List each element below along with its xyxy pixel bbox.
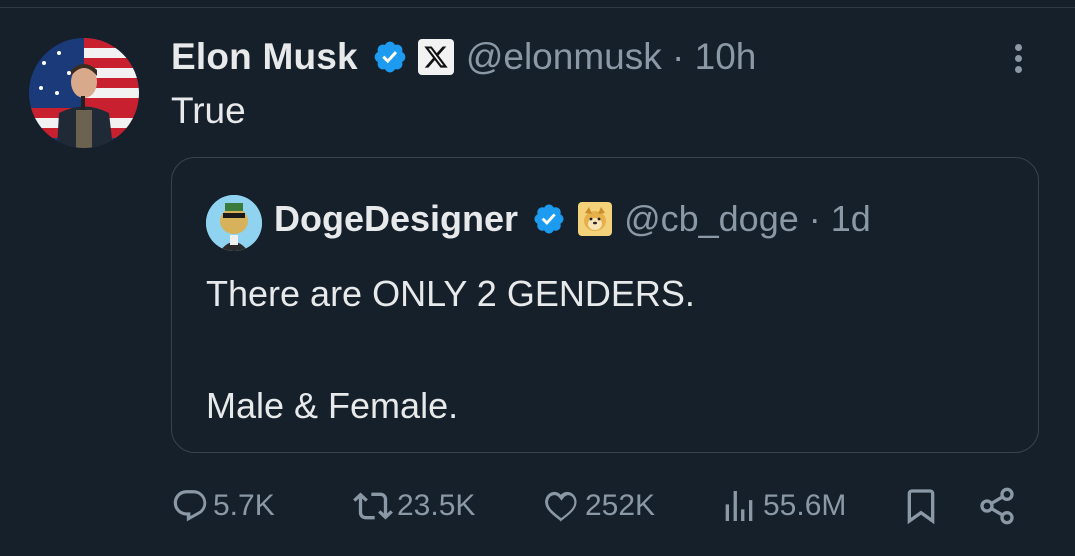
quoted-author-avatar[interactable] <box>206 195 262 251</box>
quoted-text-line-2: Male & Female. <box>206 385 459 426</box>
quoted-text: There are ONLY 2 GENDERS. Male & Female. <box>206 266 695 434</box>
reply-button[interactable]: 5.7K <box>171 482 275 530</box>
quoted-author-name[interactable]: DogeDesigner <box>274 198 518 240</box>
action-bar: 5.7K 23.5K 252K 55.6M <box>171 482 1051 530</box>
repost-icon <box>353 486 393 526</box>
reply-icon <box>171 487 209 525</box>
quoted-author-handle[interactable]: @cb_doge · 1d <box>624 198 871 240</box>
author-name[interactable]: Elon Musk <box>171 36 358 78</box>
like-button[interactable]: 252K <box>541 482 655 530</box>
author-avatar[interactable] <box>29 38 139 148</box>
tweet-header: Elon Musk @elonmusk · 10h <box>171 34 756 80</box>
verified-badge-icon[interactable] <box>372 39 408 75</box>
repost-button[interactable]: 23.5K <box>353 482 475 530</box>
tweet-text: True <box>171 90 246 131</box>
quoted-text-blank-line <box>206 322 695 378</box>
heart-icon <box>541 486 581 526</box>
more-options-icon[interactable] <box>1006 40 1030 80</box>
views-chart-icon <box>719 486 759 526</box>
verified-badge-icon[interactable] <box>532 202 566 236</box>
quoted-tweet[interactable]: DogeDesigner @cb_doge · 1d There are ONL… <box>171 157 1039 453</box>
quoted-header: DogeDesigner @cb_doge · 1d <box>274 196 871 242</box>
quoted-text-line-1: There are ONLY 2 GENDERS. <box>206 273 695 314</box>
quoted-time[interactable]: 1d <box>831 198 871 239</box>
bookmark-icon <box>901 486 941 526</box>
bookmark-button[interactable] <box>901 482 941 530</box>
doge-affiliate-icon <box>578 202 613 236</box>
views-button[interactable]: 55.6M <box>719 482 846 530</box>
reply-count: 5.7K <box>213 489 275 522</box>
share-icon <box>977 486 1017 526</box>
share-button[interactable] <box>977 482 1017 530</box>
author-handle[interactable]: @elonmusk · 10h <box>466 36 757 78</box>
like-count: 252K <box>585 489 656 522</box>
tweet-time[interactable]: 10h <box>695 36 757 77</box>
views-count: 55.6M <box>763 489 847 522</box>
top-divider <box>0 0 1075 8</box>
x-logo-icon <box>417 39 454 75</box>
repost-count: 23.5K <box>397 489 476 522</box>
